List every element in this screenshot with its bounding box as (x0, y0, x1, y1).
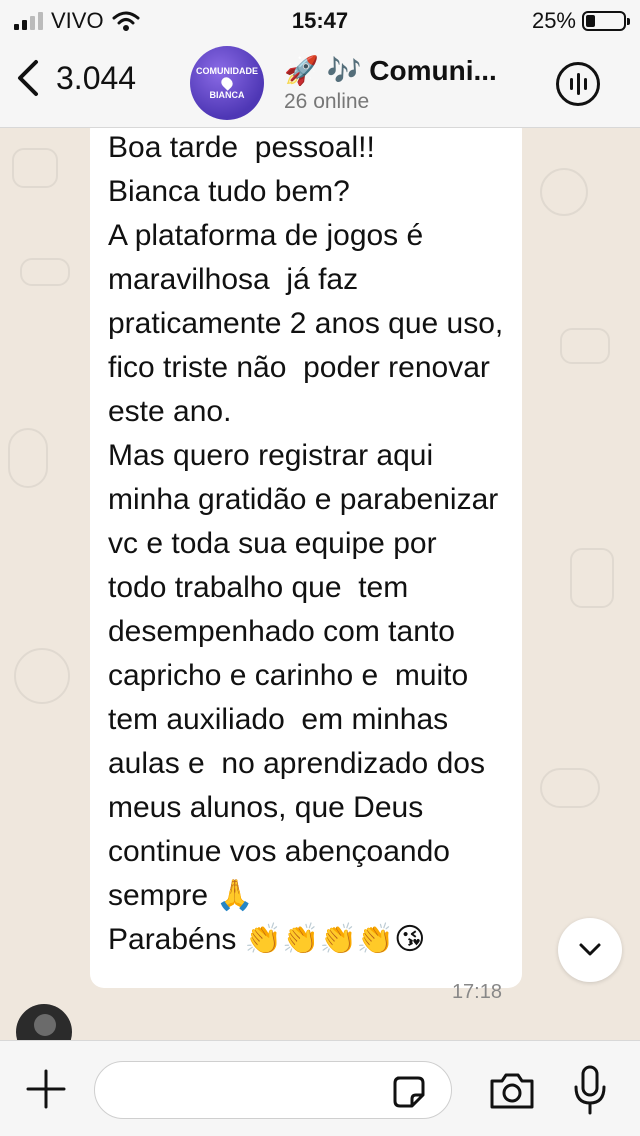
background-doodle (14, 648, 70, 704)
back-chevron-icon (18, 60, 38, 96)
back-button[interactable]: 3.044 (14, 58, 136, 98)
camera-icon[interactable] (488, 1071, 536, 1111)
message-bubble[interactable]: Boa tarde pessoal!! Bianca tudo bem? A p… (90, 128, 522, 1003)
location-pin-icon (219, 75, 235, 91)
group-avatar[interactable]: COMUNIDADE BIANCA (190, 46, 264, 120)
audio-call-icon-bar (583, 78, 587, 90)
message-text: Boa tarde pessoal!! Bianca tudo bem? A p… (108, 131, 504, 956)
status-bar: VIVO 15:47 25% (0, 0, 640, 40)
plus-icon[interactable] (26, 1069, 66, 1109)
avatar-text-line2: BIANCA (209, 90, 245, 100)
background-doodle (540, 168, 588, 216)
audio-call-button[interactable] (556, 62, 600, 106)
chat-header: 3.044 COMUNIDADE BIANCA 🚀 🎶 Comuni... 26… (0, 40, 640, 128)
chevron-down-icon (579, 943, 601, 956)
sticker-icon[interactable] (392, 1075, 426, 1109)
background-doodle (12, 148, 58, 188)
avatar-text-line1: COMUNIDADE (196, 66, 258, 76)
input-bar (0, 1040, 640, 1136)
group-title[interactable]: 🚀 🎶 Comuni... (284, 54, 504, 87)
message-time: 17:18 (451, 981, 502, 1003)
background-doodle (20, 258, 70, 286)
background-doodle (560, 328, 610, 364)
background-doodle (570, 548, 614, 608)
unread-count: 3.044 (56, 59, 137, 96)
battery-percent: 25% (531, 8, 576, 33)
online-count: 26 online (284, 90, 370, 113)
background-doodle (540, 768, 600, 808)
background-doodle (8, 428, 48, 488)
battery-icon (582, 11, 630, 31)
scroll-to-bottom-button[interactable] (558, 918, 622, 982)
sender-avatar[interactable] (16, 1004, 72, 1040)
audio-call-icon (569, 78, 573, 90)
chat-area[interactable]: Boa tarde pessoal!! Bianca tudo bem? A p… (0, 128, 640, 1040)
audio-call-icon-bar (576, 73, 580, 95)
battery-status: 25% (531, 8, 630, 34)
microphone-icon[interactable] (572, 1065, 608, 1117)
